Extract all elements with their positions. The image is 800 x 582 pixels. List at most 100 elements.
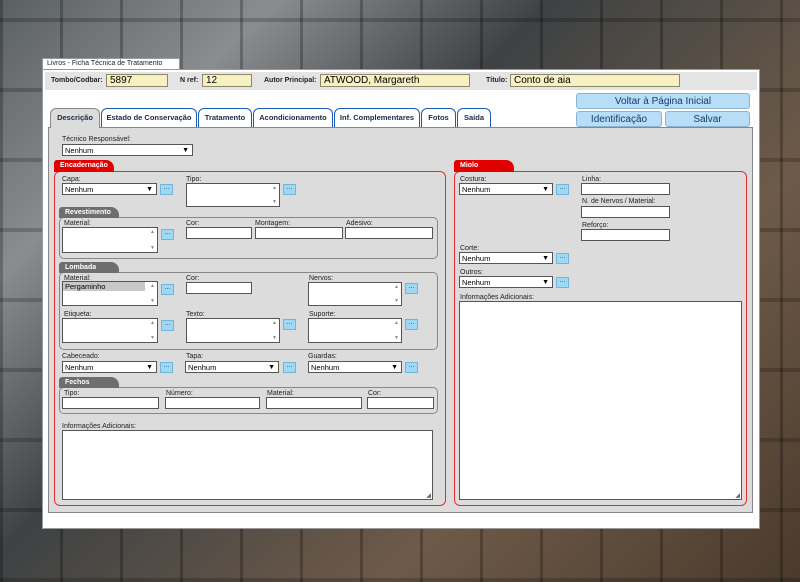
fechos-numero-label: Número:: [166, 390, 193, 397]
miolo-info-textarea[interactable]: ◢: [459, 301, 742, 500]
tapa-select[interactable]: Nenhum ▼: [185, 361, 279, 373]
tecnico-select[interactable]: Nenhum ▼: [62, 144, 193, 156]
fechos-material-label: Material:: [267, 390, 294, 397]
cabeceado-select[interactable]: Nenhum ▼: [62, 361, 157, 373]
corte-select[interactable]: Nenhum ▼: [459, 252, 553, 264]
tab-acondicionamento[interactable]: Acondicionamento: [253, 108, 333, 127]
outros-label: Outros:: [460, 269, 483, 276]
scroll-down-icon: ▼: [394, 335, 399, 341]
lomb-material-more-button[interactable]: ...: [161, 284, 174, 295]
revestimento-title: Revestimento: [59, 207, 119, 218]
lomb-etiqueta-textarea[interactable]: ▲ ▼: [62, 318, 158, 343]
lomb-nervos-label: Nervos:: [309, 275, 334, 282]
scroll-down-icon: ▼: [272, 335, 277, 341]
nervos-material-input[interactable]: [581, 206, 670, 218]
nref-field[interactable]: 12: [202, 74, 252, 87]
cabeceado-label: Cabeceado:: [62, 353, 100, 360]
resize-grip-icon[interactable]: ◢: [735, 492, 740, 499]
lomb-suporte-label: Suporte:: [309, 311, 336, 318]
rev-material-label: Material:: [64, 220, 91, 227]
lomb-material-option[interactable]: Pergaminho: [63, 282, 145, 291]
lomb-suporte-textarea[interactable]: ▲ ▼: [308, 318, 402, 343]
tombo-field[interactable]: 5897: [106, 74, 168, 87]
miolo-title: Miolo: [454, 160, 514, 172]
outros-value: Nenhum: [462, 278, 491, 287]
tab-fotos[interactable]: Fotos: [421, 108, 456, 127]
fechos-tipo-input[interactable]: [62, 397, 159, 409]
linha-input[interactable]: [581, 183, 670, 195]
costura-more-button[interactable]: ...: [556, 184, 569, 195]
rev-montagem-input[interactable]: [255, 227, 343, 239]
scroll-up-icon: ▲: [150, 320, 155, 326]
tecnico-label: Técnico Responsável:: [62, 136, 131, 143]
autor-field[interactable]: ATWOOD, Margareth: [320, 74, 470, 87]
rev-montagem-label: Montagem:: [255, 220, 291, 227]
fechos-material-input[interactable]: [266, 397, 362, 409]
rev-cor-input[interactable]: [186, 227, 252, 239]
outros-more-button[interactable]: ...: [556, 277, 569, 288]
tipo-more-button[interactable]: ...: [283, 184, 296, 195]
tapa-value: Nenhum: [188, 363, 217, 372]
guardas-select[interactable]: Nenhum ▼: [308, 361, 402, 373]
rev-material-textarea[interactable]: ▲ ▼: [62, 227, 158, 253]
lomb-cor-label: Cor:: [186, 275, 200, 282]
lomb-material-list[interactable]: Pergaminho ▲ ▼: [62, 281, 158, 306]
costura-select[interactable]: Nenhum ▼: [459, 183, 553, 195]
tecnico-value: Nenhum: [65, 146, 94, 155]
capa-more-button[interactable]: ...: [160, 184, 173, 195]
scroll-down-icon: ▼: [150, 298, 155, 304]
resize-grip-icon[interactable]: ◢: [426, 492, 431, 499]
lomb-texto-textarea[interactable]: ▲ ▼: [186, 318, 280, 343]
rev-adesivo-input[interactable]: [345, 227, 433, 239]
chevron-down-icon: ▼: [146, 186, 153, 193]
lomb-nervos-more-button[interactable]: ...: [405, 283, 418, 294]
scroll-up-icon: ▲: [272, 320, 277, 326]
cabeceado-value: Nenhum: [65, 363, 94, 372]
tipo-textarea[interactable]: ▲ ▼: [186, 183, 280, 207]
fechos-numero-input[interactable]: [165, 397, 260, 409]
chevron-down-icon: ▼: [391, 364, 398, 371]
cabeceado-more-button[interactable]: ...: [160, 362, 173, 373]
scroll-up-icon: ▲: [394, 320, 399, 326]
titulo-field[interactable]: Conto de aia: [510, 74, 680, 87]
tab-saida[interactable]: Saída: [457, 108, 491, 127]
costura-value: Nenhum: [462, 185, 491, 194]
fechos-cor-input[interactable]: [367, 397, 434, 409]
tapa-label: Tapa:: [186, 353, 204, 360]
tombo-label: Tombo/Codbar:: [51, 77, 103, 84]
guardas-label: Guardas:: [308, 353, 337, 360]
tab-tratamento[interactable]: Tratamento: [198, 108, 252, 127]
fechos-tipo-label: Tipo:: [64, 390, 80, 397]
voltar-button[interactable]: Voltar à Página Inicial: [576, 93, 750, 109]
guardas-more-button[interactable]: ...: [405, 362, 418, 373]
lomb-nervos-textarea[interactable]: ▲ ▼: [308, 282, 402, 306]
identificacao-button[interactable]: Identificação: [576, 111, 662, 127]
chevron-down-icon: ▼: [542, 279, 549, 286]
outros-select[interactable]: Nenhum ▼: [459, 276, 553, 288]
lomb-etiqueta-more-button[interactable]: ...: [161, 320, 174, 331]
tab-estado-conservacao[interactable]: Estado de Conservação: [101, 108, 197, 127]
chevron-down-icon: ▼: [542, 255, 549, 262]
tab-descricao[interactable]: Descrição: [50, 108, 100, 128]
chevron-down-icon: ▼: [268, 364, 275, 371]
reforco-input[interactable]: [581, 229, 670, 241]
scroll-down-icon: ▼: [150, 335, 155, 341]
nref-label: N ref:: [180, 77, 199, 84]
tipo-label: Tipo:: [186, 176, 202, 183]
costura-label: Costura:: [460, 176, 487, 183]
enc-info-textarea[interactable]: ◢: [62, 430, 433, 500]
enc-info-label: Informações Adicionais:: [62, 423, 136, 430]
capa-select[interactable]: Nenhum ▼: [62, 183, 157, 195]
corte-more-button[interactable]: ...: [556, 253, 569, 264]
capa-label: Capa:: [62, 176, 81, 183]
tapa-more-button[interactable]: ...: [283, 362, 296, 373]
lomb-cor-input[interactable]: [186, 282, 252, 294]
rev-material-more-button[interactable]: ...: [161, 229, 174, 240]
tab-inf-complementares[interactable]: Inf. Complementares: [334, 108, 420, 127]
lomb-texto-more-button[interactable]: ...: [283, 319, 296, 330]
chevron-down-icon: ▼: [182, 147, 189, 154]
fechos-title: Fechos: [59, 377, 119, 388]
lomb-suporte-more-button[interactable]: ...: [405, 319, 418, 330]
salvar-button[interactable]: Salvar: [665, 111, 750, 127]
scroll-down-icon: ▼: [394, 298, 399, 304]
